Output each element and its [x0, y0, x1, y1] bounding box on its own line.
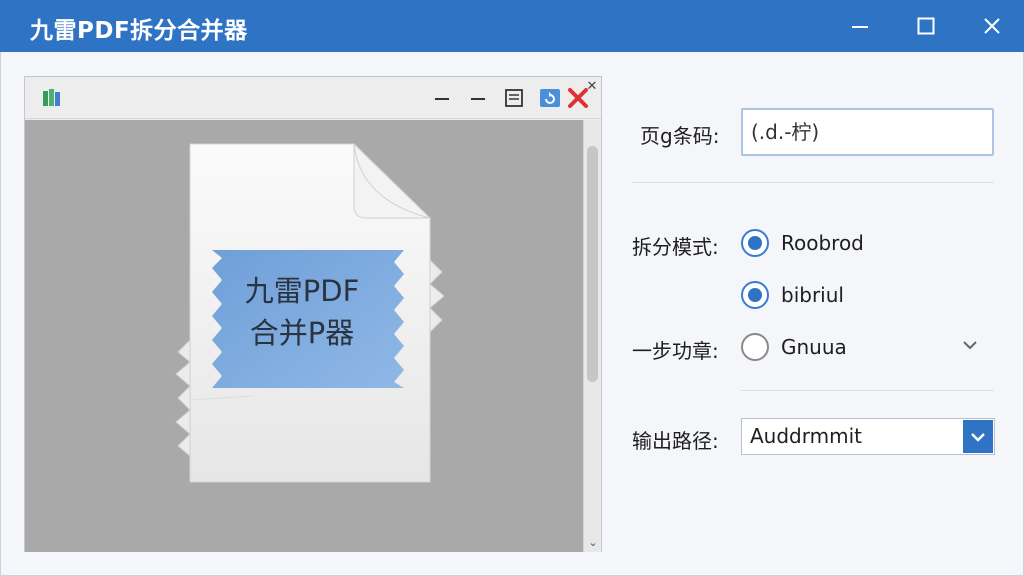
minimize-icon	[852, 26, 868, 28]
app-logo-icon	[43, 89, 60, 106]
separator	[741, 390, 994, 391]
close-icon	[984, 18, 1000, 34]
preview-refresh-button[interactable]	[537, 86, 563, 110]
split-option-1-label[interactable]: Roobrod	[781, 231, 864, 255]
doc-title-line-2: 合并P器	[249, 316, 355, 350]
split-mode-label: 拆分模式:	[632, 235, 719, 259]
restore-icon	[505, 89, 523, 107]
separator	[632, 182, 994, 183]
step-option-radio[interactable]	[741, 333, 769, 361]
output-path-select[interactable]: Auddrmmit	[741, 418, 995, 455]
split-option-1-radio[interactable]	[741, 229, 769, 257]
output-path-label: 输出路径:	[632, 429, 719, 453]
split-option-2-label[interactable]: bibriul	[781, 283, 844, 307]
dash-icon	[471, 98, 485, 100]
preview-close-icon[interactable]: ✕	[584, 79, 600, 95]
page-range-input[interactable]: (.d.-柠)	[741, 108, 994, 156]
chevron-down-icon	[971, 432, 985, 442]
scroll-up-icon[interactable]	[586, 122, 600, 136]
split-option-2-radio[interactable]	[741, 281, 769, 309]
preview-scrollbar[interactable]: ⌄	[583, 120, 601, 552]
preview-restore-button[interactable]	[501, 86, 527, 110]
close-button[interactable]	[970, 6, 1014, 46]
scroll-thumb[interactable]	[587, 146, 598, 382]
step-label: 一步功章:	[632, 339, 719, 363]
window-title: 九雷PDF拆分合并器	[30, 18, 248, 44]
maximize-button[interactable]	[904, 6, 948, 46]
page-range-label: 页g条码:	[640, 124, 720, 148]
scroll-down-icon[interactable]: ⌄	[586, 536, 600, 550]
minimize-button[interactable]	[838, 6, 882, 46]
doc-title-line-1: 九雷PDF	[244, 274, 360, 308]
step-option-label[interactable]: Gnuua	[781, 335, 847, 359]
preview-document-title: 九雷PDF 合并P器	[212, 270, 392, 354]
output-path-dropdown-button[interactable]	[963, 420, 993, 453]
refresh-icon	[540, 89, 560, 107]
chevron-down-icon[interactable]	[960, 335, 980, 355]
maximize-icon	[917, 17, 935, 35]
title-bar: 九雷PDF拆分合并器	[0, 0, 1024, 52]
preview-collapse-button[interactable]	[465, 86, 491, 110]
